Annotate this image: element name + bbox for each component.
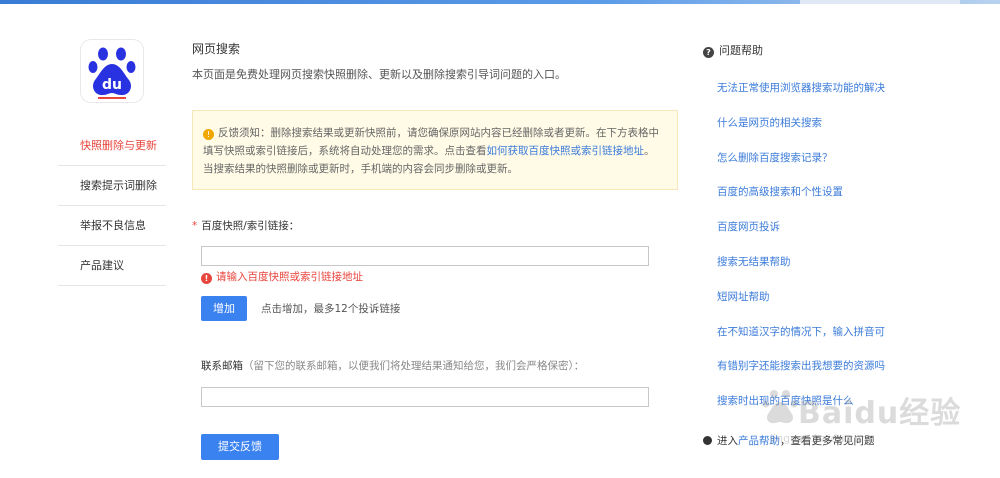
logo-text: du: [102, 77, 122, 93]
required-mark: *: [192, 220, 198, 232]
sidebar-item-snapshot[interactable]: 快照删除与更新: [58, 126, 166, 166]
add-button[interactable]: 增加: [201, 296, 247, 321]
baidu-logo: du: [81, 40, 143, 102]
help-link[interactable]: 百度网页投诉: [717, 219, 957, 254]
help-link[interactable]: 什么是网页的相关搜索: [717, 115, 957, 150]
email-label: 联系邮箱（留下您的联系邮箱，以便我们将处理结果通知给您，我们会严格保密）：: [201, 358, 584, 373]
notice-box: ! 反馈须知：删除搜索结果或更新快照前，请您确保原网站内容已经删除或者更新。在下方…: [192, 110, 678, 190]
help-title-text: 问题帮助: [719, 44, 763, 57]
snapshot-label-text: 百度快照/索引链接：: [201, 220, 300, 232]
page-description: 本页面是免费处理网页搜索快照删除、更新以及删除搜索引导词问题的入口。: [192, 68, 566, 81]
error-icon: !: [201, 273, 212, 284]
help-link[interactable]: 百度的高级搜索和个性设置: [717, 184, 957, 219]
warning-icon: !: [203, 129, 214, 140]
snapshot-input[interactable]: [201, 246, 649, 266]
notice-link[interactable]: 如何获取百度快照或索引链接地址: [487, 145, 645, 157]
submit-button[interactable]: 提交反馈: [201, 434, 279, 460]
help-link[interactable]: 短网址帮助: [717, 289, 957, 324]
snapshot-label: * 百度快照/索引链接：: [192, 218, 299, 233]
help-link[interactable]: 在不知道汉字的情况下，输入拼音可: [717, 324, 957, 359]
sidebar-item-suggestion-delete[interactable]: 搜索提示词删除: [58, 166, 166, 206]
help-link[interactable]: 怎么删除百度搜索记录？: [717, 150, 957, 185]
snapshot-error: ! 请输入百度快照或索引链接地址: [201, 269, 363, 284]
email-label-text: 联系邮箱: [201, 360, 243, 372]
top-decoration: [800, 0, 960, 4]
baidu-watermark: Baidu经验 jingyan.baidu.com: [760, 380, 960, 460]
page-title: 网页搜索: [192, 42, 241, 56]
help-link[interactable]: 无法正常使用浏览器搜索功能的解决: [717, 80, 957, 115]
email-input[interactable]: [201, 387, 649, 407]
add-hint: 点击增加，最多12个投诉链接: [261, 303, 401, 315]
watermark-paw-icon: [762, 390, 798, 424]
help-footer-prefix: 进入: [717, 435, 738, 447]
help-link[interactable]: 搜索无结果帮助: [717, 254, 957, 289]
snapshot-error-text: 请输入百度快照或索引链接地址: [216, 271, 363, 283]
email-sublabel: （留下您的联系邮箱，以便我们将处理结果通知给您，我们会严格保密）：: [243, 360, 585, 372]
sidebar: 快照删除与更新 搜索提示词删除 举报不良信息 产品建议: [58, 126, 166, 286]
sidebar-item-feedback[interactable]: 产品建议: [58, 246, 166, 286]
sidebar-item-report[interactable]: 举报不良信息: [58, 206, 166, 246]
paw-logo-icon: du: [88, 47, 136, 96]
watermark-text: Baidu经验: [798, 396, 962, 431]
watermark-url: jingyan.baidu.com: [770, 432, 872, 445]
main-header: 网页搜索 本页面是免费处理网页搜索快照删除、更新以及删除搜索引导词问题的入口。: [192, 40, 682, 82]
question-icon: ?: [703, 47, 714, 58]
help-link-list: 无法正常使用浏览器搜索功能的解决 什么是网页的相关搜索 怎么删除百度搜索记录？ …: [717, 80, 957, 428]
help-title: ? 问题帮助: [703, 42, 763, 58]
bullet-icon: [703, 436, 712, 445]
logo-underline: [98, 97, 126, 99]
